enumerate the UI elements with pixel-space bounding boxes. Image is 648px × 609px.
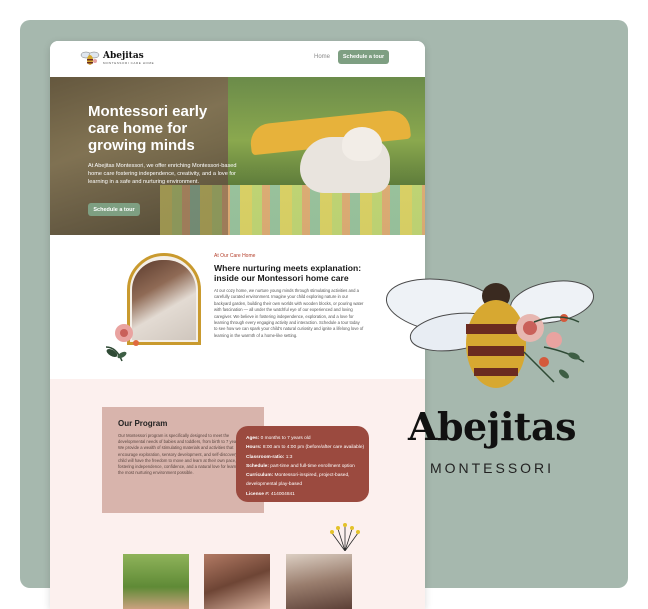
about-body: At our cozy home, we nurture young minds…	[214, 288, 364, 338]
info-line: License #: 414004841	[246, 491, 295, 497]
info-line: Curriculum: Montessori-inspired, project…	[246, 473, 350, 479]
program-body: Our Montessori program is specifically d…	[118, 433, 249, 476]
site-header: Abejitas MONTESSORI CARE HOME Home Sched…	[50, 41, 425, 77]
brand-subtitle: MONTESSORI	[429, 460, 555, 476]
gallery-photo[interactable]	[123, 554, 189, 609]
header-schedule-tour-button[interactable]: Schedule a tour	[338, 50, 389, 64]
hero-title: Montessori early care home for growing m…	[88, 103, 208, 154]
flower-illustration-icon	[105, 324, 139, 362]
hero-description: At Abejitas Montessori, we offer enrichi…	[88, 163, 237, 185]
info-line: Ages: 0 months to 7 years old	[246, 436, 311, 441]
bee-logo-icon	[80, 51, 100, 65]
info-line: Hours: 8:00 am to 4:00 pm (before/after …	[246, 445, 365, 451]
about-section: At Our Care Home Where nurturing meets e…	[50, 235, 425, 379]
info-line: Classroom-ratio: 1:3	[246, 454, 293, 460]
program-info-card: Ages: 0 months to 7 years old Hours: 8:0…	[236, 426, 369, 502]
brand-name: Abejitas	[408, 404, 576, 449]
program-section: Our Program Our Montessori program is sp…	[50, 379, 425, 609]
about-title: Where nurturing meets explanation: insid…	[214, 263, 362, 283]
logo-subtitle: MONTESSORI CARE HOME	[103, 60, 155, 65]
info-line: Schedule: part-time and full-time enroll…	[246, 463, 355, 469]
program-title: Our Program	[118, 419, 168, 428]
dandelion-sprig-icon	[330, 523, 360, 551]
brand-bee-illustration-icon	[385, 278, 595, 388]
hero-section: Montessori early care home for growing m…	[50, 77, 425, 235]
gallery-photo[interactable]	[204, 554, 270, 609]
about-kicker: At Our Care Home	[214, 253, 256, 259]
site-logo[interactable]: Abejitas MONTESSORI CARE HOME	[80, 50, 154, 66]
hero-schedule-tour-button[interactable]: Schedule a tour	[88, 203, 140, 216]
gallery-photo[interactable]	[286, 554, 352, 609]
logo-name: Abejitas	[103, 50, 144, 61]
info-line: developmental play-based	[246, 482, 303, 488]
nav-home-link[interactable]: Home	[314, 54, 330, 60]
website-preview: Abejitas MONTESSORI CARE HOME Home Sched…	[50, 41, 425, 609]
hero-baby-hat	[342, 127, 382, 161]
